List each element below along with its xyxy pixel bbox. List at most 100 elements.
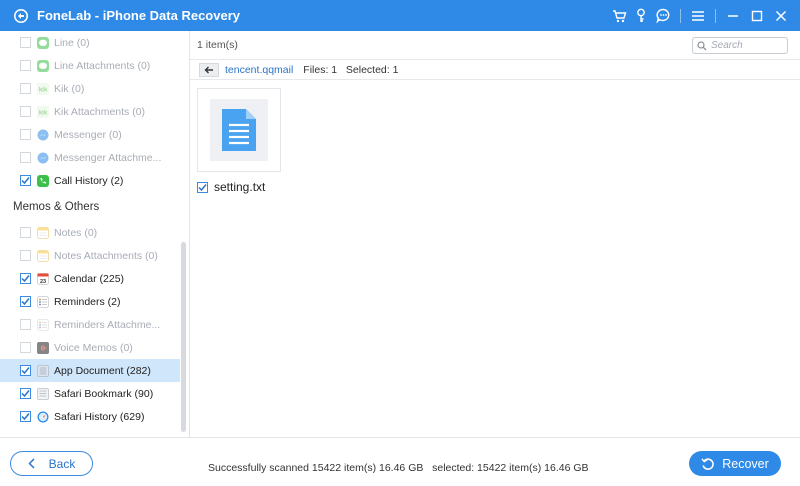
sidebar-item-label: Kik Attachments (0) (54, 105, 146, 118)
sidebar-item-label: Kik (0) (54, 82, 85, 95)
item-count: 1 item(s) (197, 39, 238, 51)
notes-icon (37, 226, 49, 239)
section-title-memos-others: Memos & Others (13, 201, 100, 213)
kik-icon: kik (37, 82, 49, 95)
file-thumbnail[interactable] (197, 88, 281, 172)
app-logo-icon (13, 8, 29, 24)
sidebar-item-kik-attachments[interactable]: kik Kik Attachments (0) (0, 100, 180, 123)
sidebar-item-voice-memos[interactable]: Voice Memos (0) (0, 336, 180, 359)
title-bar: FoneLab - iPhone Data Recovery (0, 0, 800, 31)
sidebar-item-line[interactable]: Line (0) (0, 31, 180, 54)
sidebar-item-calendar[interactable]: 23 Calendar (225) (0, 267, 180, 290)
line-icon (37, 59, 49, 72)
search-icon (697, 40, 707, 51)
path-bar: tencent.qqmail Files: 1 Selected: 1 (190, 59, 800, 80)
sidebar-item-reminders-attachme[interactable]: Reminders Attachme... (0, 313, 180, 336)
category-checkbox[interactable] (20, 319, 31, 330)
search-input[interactable] (711, 40, 783, 51)
sidebar-item-reminders[interactable]: Reminders (2) (0, 290, 180, 313)
calendar-icon: 23 (37, 272, 49, 285)
document-icon (222, 109, 256, 151)
category-checkbox[interactable] (20, 296, 31, 307)
back-button[interactable]: Back (10, 451, 93, 476)
sidebar-item-label: Messenger (0) (54, 128, 122, 141)
reminders-icon (37, 318, 49, 331)
menu-icon[interactable] (687, 5, 709, 27)
svg-text:23: 23 (40, 279, 46, 285)
category-checkbox[interactable] (20, 152, 31, 163)
titlebar-divider (680, 8, 681, 23)
sidebar-item-label: Notes Attachments (0) (54, 249, 158, 262)
bookmark-icon (37, 387, 49, 400)
category-checkbox[interactable] (20, 250, 31, 261)
sidebar-item-notes[interactable]: Notes (0) (0, 221, 180, 244)
line-icon (37, 36, 49, 49)
phone-icon (37, 174, 49, 187)
sidebar-item-safari-history[interactable]: Safari History (629) (0, 405, 180, 428)
notes-icon (37, 249, 49, 262)
recover-button[interactable]: Recover (689, 451, 781, 476)
messenger-icon (37, 129, 49, 141)
category-checkbox[interactable] (20, 365, 31, 376)
safari-icon (37, 411, 49, 423)
category-checkbox[interactable] (20, 273, 31, 284)
category-checkbox[interactable] (20, 411, 31, 422)
document-icon-background (210, 99, 268, 161)
category-checkbox[interactable] (20, 342, 31, 353)
recover-icon (701, 457, 715, 471)
chat-icon[interactable] (652, 5, 674, 27)
sidebar-item-messenger-attachme[interactable]: Messenger Attachme... (0, 146, 180, 169)
sidebar-item-label: Call History (2) (54, 174, 124, 187)
arrow-left-icon (204, 66, 213, 73)
svg-text:kik: kik (39, 87, 48, 93)
sidebar-scrollbar[interactable] (181, 242, 186, 432)
minimize-icon[interactable] (722, 5, 744, 27)
sidebar-item-label: Reminders Attachme... (54, 318, 161, 331)
category-checkbox[interactable] (20, 388, 31, 399)
scan-status: Successfully scanned 15422 item(s) 16.46… (208, 462, 589, 474)
path-folder-name[interactable]: tencent.qqmail (225, 64, 293, 76)
category-checkbox[interactable] (20, 83, 31, 94)
sidebar-item-label: Safari History (629) (54, 410, 145, 423)
sidebar-item-line-attachments[interactable]: Line Attachments (0) (0, 54, 180, 77)
category-checkbox[interactable] (20, 106, 31, 117)
sidebar-item-app-document[interactable]: App Document (282) (0, 359, 180, 382)
sidebar-item-label: App Document (282) (54, 364, 151, 377)
category-checkbox[interactable] (20, 129, 31, 140)
maximize-icon[interactable] (746, 5, 768, 27)
close-icon[interactable] (770, 5, 792, 27)
search-box[interactable] (692, 37, 788, 54)
file-checkbox[interactable] (197, 181, 208, 193)
category-checkbox[interactable] (20, 175, 31, 186)
sidebar-item-messenger[interactable]: Messenger (0) (0, 123, 180, 146)
cart-icon[interactable] (608, 5, 630, 27)
kik-icon: kik (37, 105, 49, 118)
titlebar-divider (715, 8, 716, 23)
path-back-button[interactable] (199, 62, 219, 77)
file-item: setting.txt (197, 180, 265, 194)
app-document-icon (37, 364, 49, 377)
recover-button-label: Recover (722, 456, 769, 471)
path-stats: Files: 1 Selected: 1 (303, 63, 399, 76)
category-checkbox[interactable] (20, 60, 31, 71)
sidebar-item-label: Reminders (2) (54, 295, 121, 308)
voice-memos-icon (37, 341, 49, 354)
key-icon[interactable] (630, 5, 652, 27)
sidebar-item-kik[interactable]: kik Kik (0) (0, 77, 180, 100)
sidebar-item-label: Voice Memos (0) (54, 341, 133, 354)
sidebar-item-label: Calendar (225) (54, 272, 125, 285)
sidebar-item-label: Messenger Attachme... (54, 151, 162, 164)
category-checkbox[interactable] (20, 227, 31, 238)
sidebar-item-call-history[interactable]: Call History (2) (0, 169, 180, 192)
category-sidebar: Line (0) Line Attachments (0) kik Kik (0) ki… (0, 31, 190, 437)
sidebar-item-notes-attachments[interactable]: Notes Attachments (0) (0, 244, 180, 267)
reminders-icon (37, 295, 49, 308)
chevron-left-icon (28, 458, 35, 469)
file-name[interactable]: setting.txt (214, 180, 265, 194)
sidebar-item-safari-bookmark[interactable]: Safari Bookmark (90) (0, 382, 180, 405)
sidebar-item-label: Safari Bookmark (90) (54, 387, 154, 400)
app-title: FoneLab - iPhone Data Recovery (37, 8, 240, 23)
category-checkbox[interactable] (20, 37, 31, 48)
bottom-bar: Back Successfully scanned 15422 item(s) … (0, 437, 800, 486)
sidebar-item-label: Line Attachments (0) (54, 59, 151, 72)
